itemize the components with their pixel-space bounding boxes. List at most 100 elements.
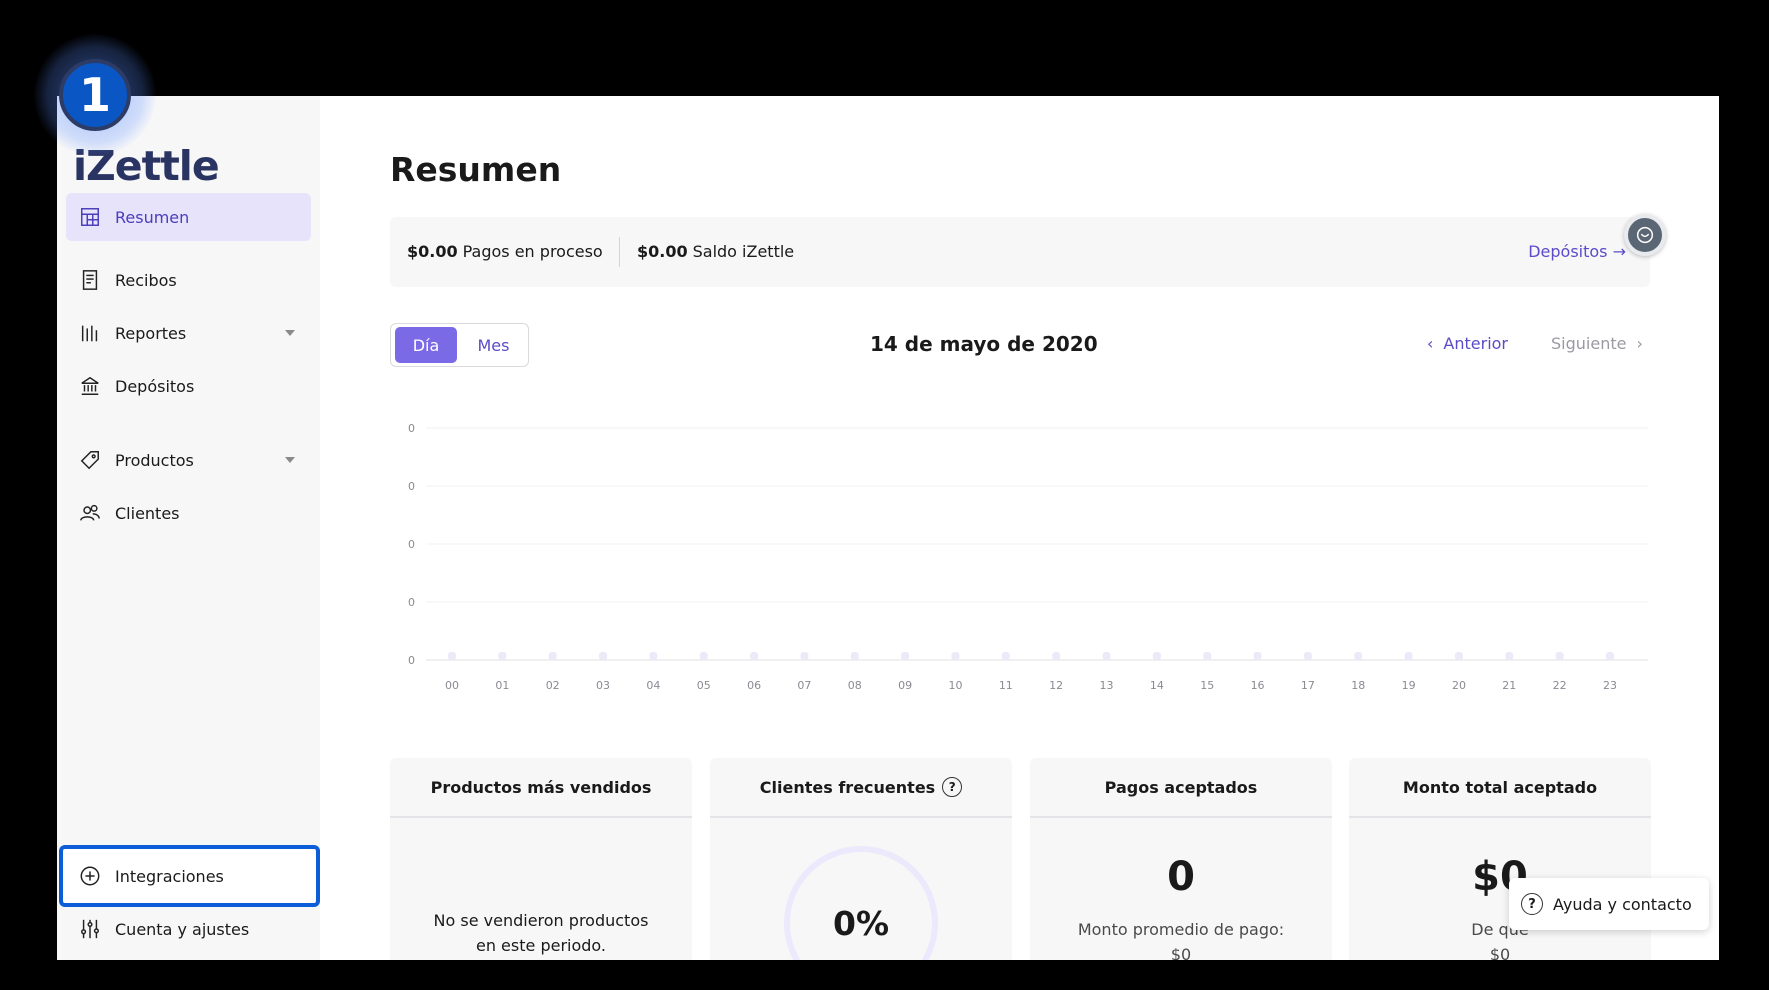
accepted-payments-card: Pagos aceptados 0 Monto promedio de pago…	[1030, 758, 1332, 960]
average-payment-value: $0	[1170, 945, 1192, 960]
chevron-right-icon: ›	[1636, 334, 1643, 353]
chevron-down-icon	[285, 330, 295, 336]
bar-chart-icon	[78, 321, 102, 345]
bar[interactable]	[951, 652, 960, 660]
app-window: iZettle Resumen Recibos Reportes Depósit…	[57, 96, 1719, 960]
bar[interactable]	[800, 652, 809, 660]
bar[interactable]	[1102, 652, 1111, 660]
x-tick-label: 00	[445, 679, 459, 692]
bar[interactable]	[1354, 652, 1363, 660]
chevron-left-icon: ‹	[1427, 334, 1434, 353]
x-tick-label: 14	[1150, 679, 1164, 692]
sidebar-item-label: Clientes	[115, 503, 180, 523]
deposits-link[interactable]: Depósitos →	[1528, 242, 1626, 261]
x-tick-label: 11	[999, 679, 1013, 692]
card-title: Productos más vendidos	[390, 758, 692, 818]
bar[interactable]	[750, 652, 759, 660]
avatar[interactable]	[1624, 214, 1666, 256]
bar[interactable]	[548, 652, 557, 660]
users-icon	[78, 501, 102, 525]
bar[interactable]	[448, 652, 456, 660]
x-tick-label: 03	[596, 679, 610, 692]
bar[interactable]	[1052, 652, 1061, 660]
x-tick-label: 10	[948, 679, 962, 692]
bar[interactable]	[498, 652, 507, 660]
user-badge-icon	[1636, 226, 1654, 244]
sidebar-item-label: Recibos	[115, 270, 177, 290]
bar[interactable]	[1203, 652, 1212, 660]
sidebar-item-label: Resumen	[115, 207, 190, 227]
bar[interactable]	[699, 652, 708, 660]
sidebar-item-resumen[interactable]: Resumen	[66, 193, 311, 241]
bar[interactable]	[1505, 652, 1514, 660]
toggle-day-button[interactable]: Día	[395, 327, 457, 363]
step-number-badge: 1	[59, 59, 131, 131]
x-tick-label: 21	[1502, 679, 1516, 692]
sidebar-item-depositos[interactable]: Depósitos	[66, 362, 311, 410]
x-tick-label: 20	[1452, 679, 1466, 692]
sidebar-item-productos[interactable]: Productos	[66, 436, 311, 484]
bar[interactable]	[1152, 652, 1161, 660]
total-accepted-sub-value: $0	[1489, 945, 1511, 960]
sidebar-item-clientes[interactable]: Clientes	[66, 489, 311, 537]
pending-amount: $0.00	[407, 242, 458, 261]
x-tick-label: 22	[1553, 679, 1567, 692]
hourly-sales-chart: 0000000 01 02 03 04 05 06 07 08 09 10 11 12 13 14 15 16 1…	[408, 422, 1648, 692]
empty-line: en este periodo.	[475, 936, 606, 955]
card-title: Clientes frecuentes ?	[710, 758, 1012, 818]
next-label: Siguiente	[1551, 334, 1627, 353]
x-tick-label: 06	[747, 679, 761, 692]
izettle-balance: $0.00 Saldo iZettle	[637, 242, 794, 261]
sidebar-item-cuenta-ajustes[interactable]: Cuenta y ajustes	[66, 905, 311, 953]
sidebar: iZettle Resumen Recibos Reportes Depósit…	[57, 96, 320, 960]
pending-label: Pagos en proceso	[462, 242, 603, 261]
y-tick-label: 0	[408, 596, 415, 609]
bar[interactable]	[1606, 652, 1614, 660]
y-tick-label: 0	[408, 422, 415, 435]
frequent-clients-card: Clientes frecuentes ? 0%	[710, 758, 1012, 960]
x-tick-label: 07	[797, 679, 811, 692]
sidebar-item-label: Reportes	[115, 323, 187, 343]
help-icon: ?	[1521, 893, 1543, 915]
bar[interactable]	[599, 652, 608, 660]
bar[interactable]	[1303, 652, 1312, 660]
y-tick-label: 0	[408, 654, 415, 667]
help-contact-button[interactable]: ? Ayuda y contacto	[1509, 878, 1709, 930]
bar[interactable]	[1404, 652, 1413, 660]
accepted-payments-count: 0	[1167, 854, 1195, 900]
x-tick-label: 19	[1402, 679, 1416, 692]
chevron-down-icon	[285, 457, 295, 463]
plus-circle-icon	[78, 864, 102, 888]
bar[interactable]	[901, 652, 910, 660]
sidebar-item-recibos[interactable]: Recibos	[66, 256, 311, 304]
balance-label: Saldo iZettle	[692, 242, 795, 261]
y-tick-label: 0	[408, 538, 415, 551]
x-tick-label: 05	[697, 679, 711, 692]
toggle-month-button[interactable]: Mes	[461, 327, 526, 363]
date-label: 14 de mayo de 2020	[870, 332, 1098, 356]
sidebar-item-reportes[interactable]: Reportes	[66, 309, 311, 357]
bar[interactable]	[649, 652, 658, 660]
bar[interactable]	[1454, 652, 1463, 660]
x-tick-label: 16	[1251, 679, 1265, 692]
bar[interactable]	[1555, 652, 1564, 660]
pending-payments: $0.00 Pagos en proceso	[407, 242, 603, 261]
bar[interactable]	[1253, 652, 1262, 660]
card-title-text: Clientes frecuentes	[759, 777, 936, 797]
sidebar-item-label: Integraciones	[115, 866, 224, 886]
help-icon[interactable]: ?	[942, 777, 963, 797]
x-tick-label: 12	[1049, 679, 1063, 692]
bar[interactable]	[1001, 652, 1010, 660]
previous-button[interactable]: ‹ Anterior	[1427, 334, 1508, 353]
sidebar-item-label: Cuenta y ajustes	[115, 919, 250, 939]
next-button[interactable]: Siguiente ›	[1551, 334, 1643, 353]
x-tick-label: 13	[1100, 679, 1114, 692]
dashboard-icon	[78, 205, 102, 229]
period-toggle: Día Mes	[390, 323, 529, 367]
bank-icon	[78, 374, 102, 398]
tag-icon	[78, 448, 102, 472]
sidebar-item-integraciones[interactable]: Integraciones	[66, 852, 311, 900]
summary-divider	[619, 237, 620, 267]
bar[interactable]	[850, 652, 859, 660]
sidebar-item-label: Depósitos	[115, 376, 195, 396]
